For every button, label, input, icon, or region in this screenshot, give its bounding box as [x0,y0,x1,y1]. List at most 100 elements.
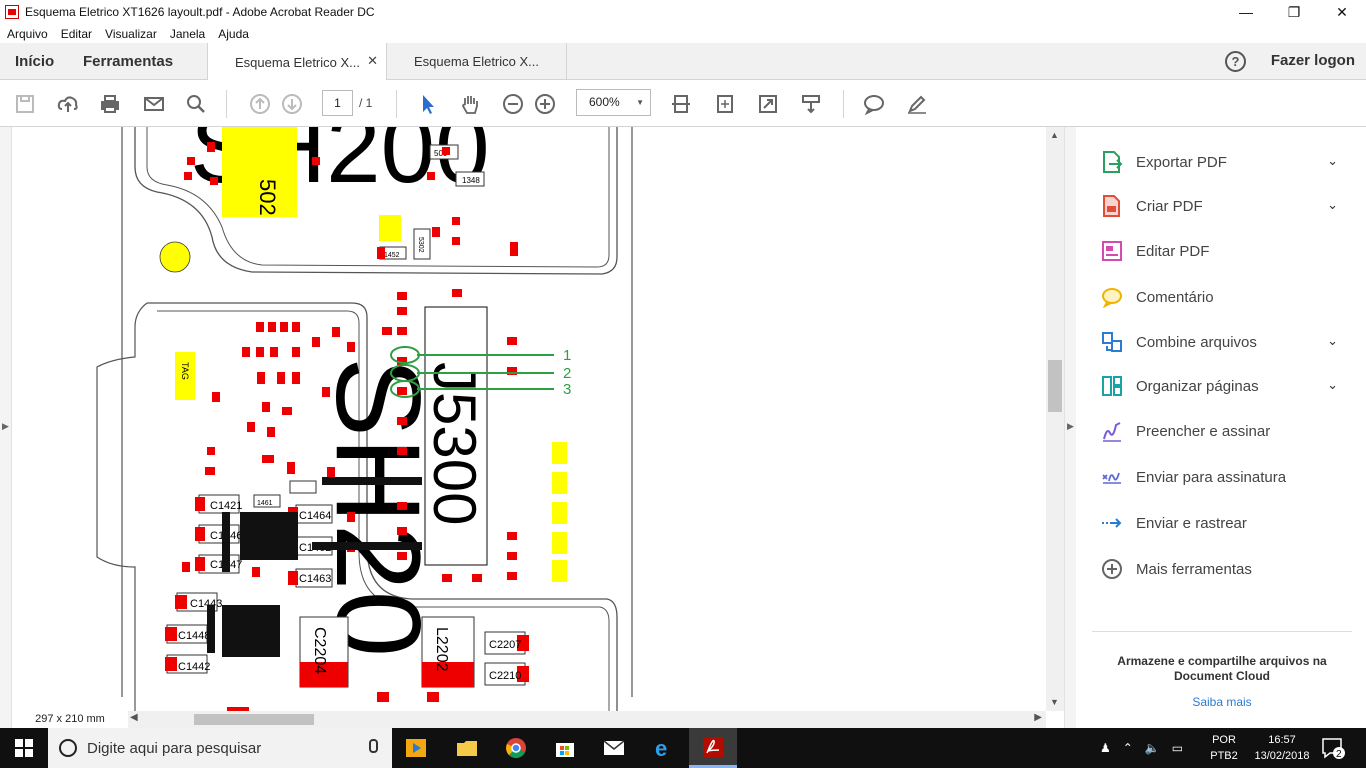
create-pdf-icon [1100,194,1124,218]
people-icon[interactable]: ♟ [1100,741,1111,755]
print-icon[interactable] [98,92,122,116]
vertical-scrollbar[interactable]: ▲ ▼ [1046,127,1064,711]
svg-text:C2204: C2204 [311,627,328,674]
notifications-icon[interactable]: 2 [1320,736,1350,760]
comment-icon[interactable] [862,92,886,116]
fullscreen-icon[interactable] [756,92,780,116]
file-explorer-app[interactable] [443,728,491,768]
left-panel-toggle[interactable]: ▶ [0,127,12,728]
pdf-canvas[interactable]: SH200 502 J5300 SH20 TAG C1421 C1446 C14… [12,127,1046,711]
close-button[interactable]: ✕ [1318,0,1366,24]
microphone-icon[interactable] [369,739,378,753]
doc-tab-label: Esquema Eletrico X... [414,54,539,69]
tool-organizar-paginas[interactable]: Organizar páginas ⌄ [1100,371,1350,401]
acrobat-app[interactable] [689,728,737,768]
windows-start-button[interactable] [0,728,48,768]
menu-visualizar[interactable]: Visualizar [105,27,157,41]
taskbar-search-placeholder: Digite aqui para pesquisar [87,739,262,757]
chevron-down-icon[interactable]: ⌄ [1327,377,1338,393]
svg-text:TAG: TAG [180,362,190,380]
tool-criar-pdf[interactable]: Criar PDF ⌄ [1100,191,1350,221]
hand-tool-icon[interactable] [458,92,482,116]
svg-text:1452: 1452 [384,252,400,259]
cortana-icon [59,739,77,757]
clock[interactable]: 16:57 13/02/2018 [1252,732,1312,764]
clock-time: 16:57 [1268,734,1296,746]
chevron-down-icon[interactable]: ⌄ [1327,197,1338,213]
tool-comentario[interactable]: Comentário [1100,282,1350,312]
network-icon[interactable]: ▭ [1172,741,1183,755]
select-cursor-icon[interactable] [416,92,440,116]
tool-enviar-rastrear[interactable]: Enviar e rastrear [1100,508,1350,538]
menu-janela[interactable]: Janela [170,27,205,41]
highlight-pen-icon[interactable] [905,92,929,116]
vertical-scroll-thumb[interactable] [1048,360,1062,412]
svg-text:C1464: C1464 [299,510,331,522]
tool-combine-arquivos[interactable]: Combine arquivos ⌄ [1100,327,1350,357]
learn-more-link[interactable]: Saiba mais [1092,695,1352,709]
horizontal-scroll-thumb[interactable] [194,714,314,725]
zoom-out-icon[interactable] [501,92,525,116]
title-bar: Esquema Eletrico XT1626 layoult.pdf - Ad… [0,0,1366,24]
taskbar-search[interactable]: Digite aqui para pesquisar [48,728,392,768]
acrobat-app-icon [5,5,19,19]
doc-tab-label: Esquema Eletrico X... [235,54,360,70]
menu-arquivo[interactable]: Arquivo [7,27,48,41]
menu-ajuda[interactable]: Ajuda [218,27,249,41]
tool-editar-pdf[interactable]: Editar PDF [1100,236,1350,266]
volume-icon[interactable]: 🔈 [1145,741,1160,755]
page-number-input[interactable]: 1 [322,90,353,116]
minimize-button[interactable]: — [1222,0,1270,24]
tool-preencher-assinar[interactable]: Preencher e assinar [1100,416,1350,446]
email-icon[interactable] [142,92,166,116]
fit-page-icon[interactable] [669,92,693,116]
zoom-in-icon[interactable] [533,92,557,116]
tool-mais-ferramentas[interactable]: Mais ferramentas [1100,554,1350,584]
window-title: Esquema Eletrico XT1626 layoult.pdf - Ad… [25,5,375,19]
restore-button[interactable]: ❐ [1270,0,1318,24]
doc-tab-inactive[interactable]: Esquema Eletrico X... [387,43,567,80]
media-player-app[interactable] [392,728,440,768]
send-track-icon [1100,511,1124,535]
more-tools-icon [1100,557,1124,581]
scroll-left-icon[interactable]: ◀ [130,712,138,723]
svg-text:1461: 1461 [257,500,273,507]
save-icon[interactable] [13,92,37,116]
login-button[interactable]: Fazer logon [1271,52,1355,69]
help-icon[interactable]: ? [1225,51,1246,72]
chevron-down-icon: ▼ [636,98,644,107]
scroll-right-icon[interactable]: ▶ [1034,712,1042,723]
store-app[interactable] [541,728,589,768]
expand-left-icon: ▶ [2,421,9,431]
edge-app[interactable]: e [640,728,688,768]
close-tab-icon[interactable]: ✕ [367,53,378,69]
pcb-layout-drawing: SH200 502 J5300 SH20 TAG C1421 C1446 C14… [96,127,633,711]
tool-exportar-pdf[interactable]: Exportar PDF ⌄ [1100,147,1350,177]
fit-width-icon[interactable] [713,92,737,116]
input-language[interactable]: POR PTB2 [1206,732,1242,764]
scroll-mode-icon[interactable] [799,92,823,116]
horizontal-scrollbar[interactable]: 297 x 210 mm ◀ ▶ [12,711,1046,728]
zoom-value: 600% [589,95,620,109]
prev-page-icon[interactable] [248,92,272,116]
menu-editar[interactable]: Editar [61,27,92,41]
tab-home[interactable]: Início [15,43,54,79]
chevron-down-icon[interactable]: ⌄ [1327,153,1338,169]
scroll-down-icon[interactable]: ▼ [1050,697,1059,707]
chevron-down-icon[interactable]: ⌄ [1327,333,1338,349]
mail-app[interactable] [590,728,638,768]
tool-enviar-assinatura[interactable]: Enviar para assinatura [1100,462,1350,492]
chrome-app[interactable] [492,728,540,768]
search-icon[interactable] [184,92,208,116]
svg-text:C1448: C1448 [178,630,210,642]
combine-files-icon [1100,330,1124,354]
callout-1: 1 [563,347,571,364]
tab-tools[interactable]: Ferramentas [83,43,173,79]
upload-cloud-icon[interactable] [56,92,80,116]
next-page-icon[interactable] [280,92,304,116]
scroll-up-icon[interactable]: ▲ [1050,130,1059,140]
zoom-select[interactable]: 600% ▼ [576,89,651,116]
chevron-up-icon[interactable]: ⌃ [1123,741,1133,755]
right-panel-toggle[interactable]: ▶ [1064,127,1076,728]
doc-tab-active[interactable]: Esquema Eletrico X... ✕ [207,43,387,81]
